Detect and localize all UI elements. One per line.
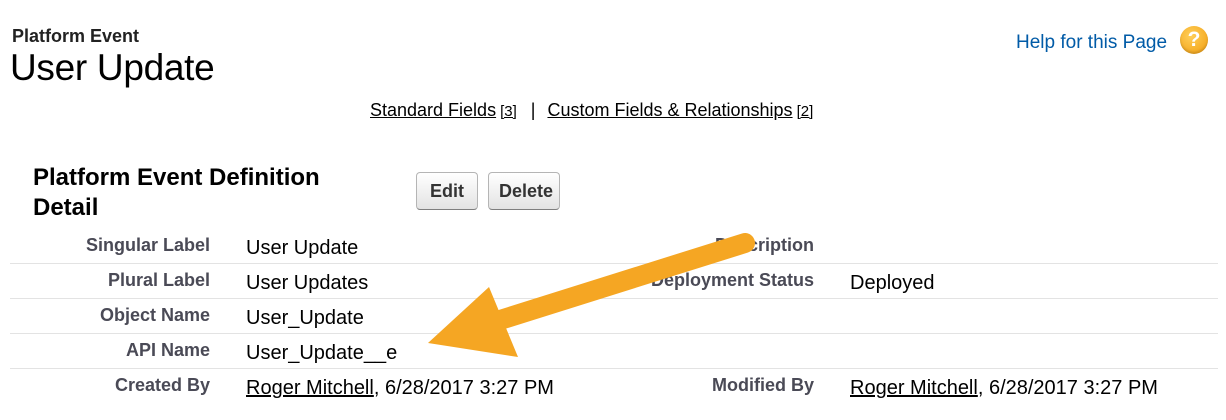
plural-label-value: User Updates xyxy=(246,272,369,294)
description-label: Description xyxy=(714,235,814,255)
plural-label-label: Plural Label xyxy=(107,270,210,290)
deployment-status-value: Deployed xyxy=(850,272,935,294)
question-mark-icon[interactable]: ? xyxy=(1180,26,1208,54)
detail-table: Singular Label User Update Description P… xyxy=(10,229,1218,403)
detail-row: Plural Label User Updates Deployment Sta… xyxy=(10,264,1218,299)
nav-separator: | xyxy=(530,100,536,120)
object-name-value: User_Update xyxy=(246,307,364,329)
custom-fields-count: [2] xyxy=(796,103,814,120)
created-by-date: , 6/28/2017 3:27 PM xyxy=(373,377,554,399)
modified-by-date: , 6/28/2017 3:27 PM xyxy=(977,377,1158,399)
modified-by-user-link[interactable]: Roger Mitchell xyxy=(850,377,978,399)
created-by-label: Created By xyxy=(114,375,210,395)
modified-by-value: Roger Mitchell, 6/28/2017 3:27 PM xyxy=(850,377,1158,400)
created-by-user-link[interactable]: Roger Mitchell xyxy=(246,377,374,399)
singular-label-label: Singular Label xyxy=(85,235,210,255)
section-title: Platform Event Definition Detail xyxy=(33,164,320,221)
standard-fields-count: [3] xyxy=(500,103,517,120)
detail-row: Singular Label User Update Description xyxy=(10,229,1218,264)
edit-button[interactable]: Edit xyxy=(416,172,478,210)
help-link[interactable]: Help for this Page xyxy=(1016,32,1167,54)
deployment-status-label: Deployment Status xyxy=(650,270,814,290)
page-title: User Update xyxy=(10,47,215,88)
related-list-nav: Standard Fields [3] | Custom Fields & Relat… xyxy=(370,100,813,121)
object-type-label: Platform Event xyxy=(12,26,140,46)
object-name-label: Object Name xyxy=(99,305,210,325)
api-name-label: API Name xyxy=(125,340,210,360)
detail-row: Object Name User_Update xyxy=(10,299,1218,334)
created-by-value: Roger Mitchell, 6/28/2017 3:27 PM xyxy=(246,377,554,400)
standard-fields-link[interactable]: Standard Fields xyxy=(370,100,496,120)
api-name-value: User_Update__e xyxy=(246,342,398,364)
singular-label-value: User Update xyxy=(246,237,359,259)
detail-row: Created By Roger Mitchell, 6/28/2017 3:2… xyxy=(10,369,1218,403)
delete-button[interactable]: Delete xyxy=(488,172,560,210)
detail-row: API Name User_Update__e xyxy=(10,334,1218,369)
modified-by-label: Modified By xyxy=(712,375,814,395)
custom-fields-link[interactable]: Custom Fields & Relationships xyxy=(547,100,792,120)
